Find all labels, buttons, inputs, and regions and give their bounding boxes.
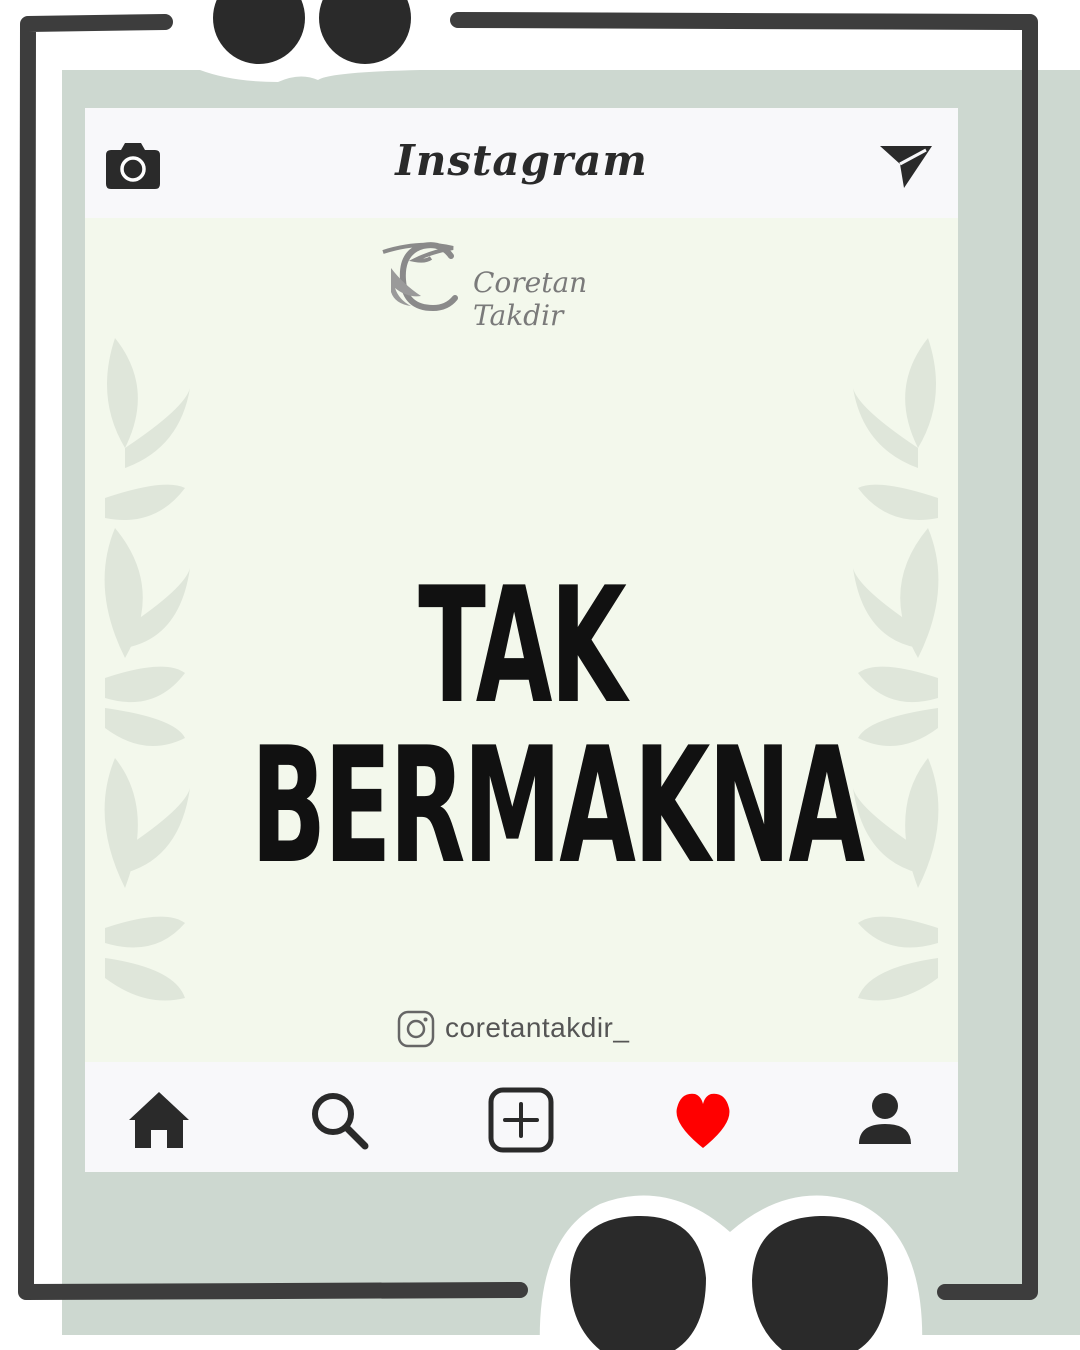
top-bar: Instagram [85,108,958,218]
bottom-nav [85,1062,958,1172]
instagram-handle[interactable]: coretantakdir_ [397,1010,697,1054]
search-icon[interactable] [305,1086,373,1154]
send-icon[interactable] [878,142,934,190]
bottom-quote-right [752,1215,888,1350]
phone-screen: Instagram Coretan Takdir TAK BERMAKNA co… [85,108,958,1172]
brand-name: Coretan Takdir [473,266,588,332]
canvas: Instagram Coretan Takdir TAK BERMAKNA co… [0,0,1080,1350]
instagram-glyph-icon [397,1010,435,1048]
brand-logo: Coretan Takdir [381,238,681,332]
home-icon[interactable] [125,1086,193,1154]
add-post-icon[interactable] [487,1086,555,1154]
feather-c-logo [382,242,458,312]
leaf-ornament-left [104,338,190,1001]
app-title: Instagram [395,136,648,185]
bottom-quote-left [570,1215,706,1350]
leaf-ornament-right [853,338,939,1001]
post-headline: TAK BERMAKNA [250,552,866,899]
profile-icon[interactable] [851,1086,919,1154]
handle-text: coretantakdir_ [445,1012,630,1043]
heart-icon[interactable] [669,1086,737,1154]
